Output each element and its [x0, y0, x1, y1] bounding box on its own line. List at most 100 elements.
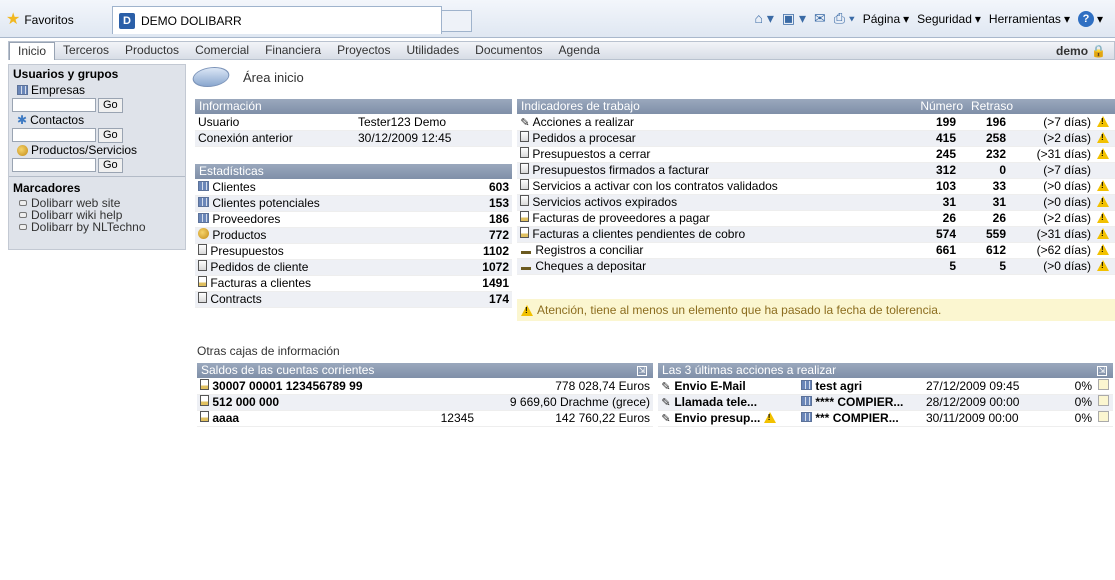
home-icon[interactable]: ⌂ ▾	[755, 10, 774, 27]
stats-box-title: Estadísticas	[195, 164, 512, 179]
indicator-number: 415	[897, 130, 959, 147]
bank-icon	[200, 395, 209, 406]
menu-comercial[interactable]: Comercial	[187, 42, 257, 59]
indicator-row[interactable]: Servicios activos expirados 31 31 (>0 días)	[517, 194, 1115, 211]
table-row: Usuario Tester123 Demo	[195, 114, 512, 131]
search-products-input[interactable]	[12, 158, 96, 172]
tolerance-label: (>62 días)	[1036, 243, 1091, 257]
dolibarr-logo-icon: D	[119, 12, 135, 29]
stat-row[interactable]: Proveedores 186	[195, 211, 512, 228]
alert-text: Atención, tiene al menos un elemento que…	[537, 303, 942, 317]
page-menu[interactable]: Página ▾	[863, 12, 909, 26]
command-bar: ⌂ ▾ ▣ ▾ ✉ ⎙ ▾ Página ▾ Seguridad ▾ Herrami…	[755, 10, 1103, 27]
help-menu[interactable]: ? ▾	[1077, 10, 1103, 27]
companies-icon	[801, 396, 812, 406]
action-row[interactable]: ✎ Llamada tele... **** COMPIER... 28/12/2…	[658, 394, 1113, 411]
menu-proyectos[interactable]: Proyectos	[329, 42, 398, 59]
lock-icon[interactable]: 🔒	[1091, 44, 1106, 58]
menu-terceros[interactable]: Terceros	[55, 42, 117, 59]
other-boxes-heading: Otras cajas de información	[197, 344, 340, 358]
warning-icon	[1097, 244, 1109, 255]
companies-icon	[801, 379, 812, 390]
search-products-go-button[interactable]: Go	[98, 157, 123, 173]
stat-row[interactable]: Clientes 603	[195, 179, 512, 196]
stat-row[interactable]: Facturas a clientes 1491	[195, 275, 512, 292]
indicator-label: Presupuestos a cerrar	[532, 147, 651, 161]
tools-menu[interactable]: Herramientas ▾	[989, 12, 1070, 26]
menu-documentos[interactable]: Documentos	[467, 42, 550, 59]
bank-icon	[200, 411, 209, 422]
search-companies-input[interactable]	[12, 98, 96, 112]
bookmarks-heading[interactable]: Marcadores	[9, 179, 185, 197]
menu-agenda[interactable]: Agenda	[551, 42, 608, 59]
new-tab-button[interactable]	[442, 10, 472, 32]
security-menu[interactable]: Seguridad ▾	[917, 12, 981, 26]
col-delay: Retraso	[970, 99, 1013, 113]
action-row[interactable]: ✎ Envio presup... *** COMPIER...30/11/20…	[658, 410, 1113, 427]
indicator-row[interactable]: Presupuestos a cerrar 245 232 (>31 días)	[517, 146, 1115, 163]
expand-icon[interactable]: ⇲	[1097, 365, 1107, 376]
user-menu[interactable]: demo 🔒	[1056, 44, 1106, 58]
menu-inicio[interactable]: Inicio	[9, 42, 56, 60]
action-row[interactable]: ✎ Envio E-Mail test agri 27/12/2009 09:45…	[658, 378, 1113, 395]
indicator-delay: 258	[959, 130, 1009, 147]
indicator-row[interactable]: ✎ Acciones a realizar 199 196 (>7 días)	[517, 114, 1115, 131]
menu-financiera[interactable]: Financiera	[257, 42, 329, 59]
col-number: Número	[920, 99, 963, 113]
menu-utilidades[interactable]: Utilidades	[398, 42, 467, 59]
status-checkbox[interactable]	[1098, 378, 1109, 390]
stat-row[interactable]: Contracts 174	[195, 291, 512, 308]
stat-row[interactable]: Clientes potenciales 153	[195, 195, 512, 212]
username: demo	[1056, 43, 1089, 58]
bank-icon: ▬	[521, 262, 531, 273]
product-icon	[17, 144, 28, 156]
mail-icon[interactable]: ✉	[814, 10, 826, 27]
browser-tab[interactable]: D DEMO DOLIBARR	[112, 6, 442, 34]
account-row[interactable]: 512 000 000 9 669,60 Drachme (grece)	[197, 394, 653, 411]
warning-icon	[1095, 179, 1109, 193]
indicators-box: Indicadores de trabajo Número Retraso ✎ …	[517, 99, 1115, 275]
status-checkbox[interactable]	[1098, 395, 1109, 406]
indicator-delay: 26	[959, 210, 1009, 227]
indicator-number: 31	[897, 194, 959, 211]
search-contacts-input[interactable]	[12, 128, 96, 142]
account-row[interactable]: 30007 00001 123456789 99 778 028,74 Euros	[197, 378, 653, 395]
stat-row[interactable]: Productos 772	[195, 227, 512, 244]
stats-box: Estadísticas Clientes 603 Clientes potenc…	[195, 164, 512, 308]
indicator-delay: 232	[959, 146, 1009, 163]
stat-row[interactable]: Presupuestos 1102	[195, 243, 512, 260]
document-icon	[520, 131, 529, 142]
indicator-row[interactable]: Facturas a clientes pendientes de cobro 5…	[517, 226, 1115, 243]
indicator-row[interactable]: Pedidos a procesar 415 258 (>2 días)	[517, 130, 1115, 147]
tolerance-label: (>31 días)	[1036, 227, 1091, 241]
indicator-row[interactable]: Facturas de proveedores a pagar 26 26 (>2 d…	[517, 210, 1115, 227]
browser-toolbar: ★ Favoritos D DEMO DOLIBARR ⌂ ▾ ▣ ▾ ✉ ⎙ …	[0, 0, 1115, 38]
search-products-label: Productos/Servicios	[9, 143, 185, 157]
search-companies-go-button[interactable]: Go	[98, 97, 123, 113]
account-row[interactable]: aaaa 12345 142 760,22 Euros	[197, 410, 653, 427]
indicator-number: 199	[897, 114, 959, 131]
document-icon	[520, 195, 529, 206]
indicator-delay: 5	[959, 258, 1009, 275]
expand-icon[interactable]: ⇲	[637, 365, 647, 376]
users-groups-heading[interactable]: Usuarios y grupos	[9, 65, 185, 83]
indicator-delay: 612	[959, 242, 1009, 259]
search-contacts-go-button[interactable]: Go	[98, 127, 123, 143]
bookmark-link[interactable]: Dolibarr by NLTechno	[9, 220, 185, 234]
indicator-row[interactable]: ▬ Registros a conciliar 661 612 (>62 días)	[517, 242, 1115, 259]
tolerance-label: (>7 días)	[1043, 163, 1091, 177]
favorites-button[interactable]: ★ Favoritos	[6, 9, 74, 31]
document-icon	[520, 163, 529, 174]
print-icon[interactable]: ⎙ ▾	[834, 10, 855, 27]
document-icon	[198, 244, 207, 255]
indicator-row[interactable]: ▬ Cheques a depositar 5 5 (>0 días)	[517, 258, 1115, 275]
menu-productos[interactable]: Productos	[117, 42, 187, 59]
indicator-row[interactable]: Presupuestos firmados a facturar 312 0 (>7 …	[517, 162, 1115, 179]
pin-icon: ✎	[661, 413, 671, 425]
feeds-icon[interactable]: ▣ ▾	[782, 10, 806, 27]
status-checkbox[interactable]	[1098, 411, 1109, 422]
divider	[9, 173, 185, 177]
info-box-title: Información	[195, 99, 512, 114]
indicator-row[interactable]: Servicios a activar con los contratos va…	[517, 178, 1115, 195]
stat-row[interactable]: Pedidos de cliente 1072	[195, 259, 512, 276]
